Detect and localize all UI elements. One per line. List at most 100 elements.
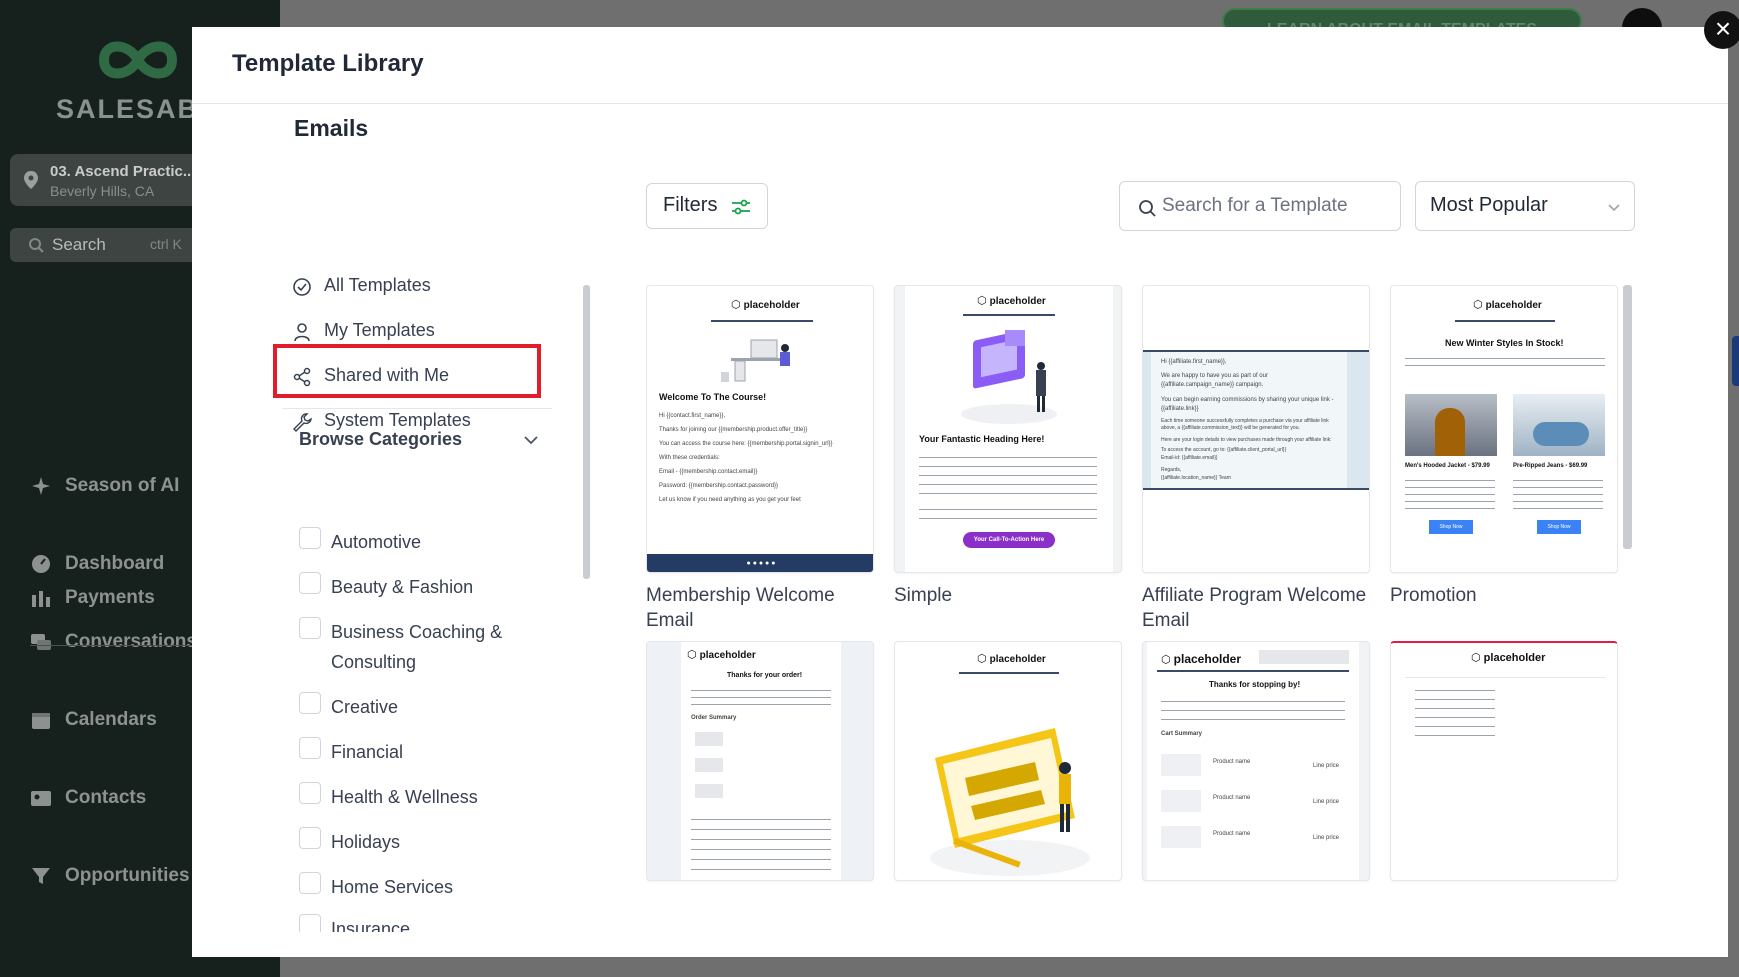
jeans-shape bbox=[1533, 422, 1589, 446]
category-checkbox[interactable] bbox=[299, 827, 321, 849]
category-checkbox[interactable] bbox=[299, 737, 321, 759]
calendar-icon bbox=[32, 713, 50, 729]
location-city: Beverly Hills, CA bbox=[50, 183, 155, 199]
product-thumb bbox=[1161, 826, 1201, 848]
browse-categories-heading[interactable]: Browse Categories bbox=[299, 429, 462, 450]
product-thumb bbox=[695, 784, 723, 798]
category-label: Automotive bbox=[331, 532, 422, 552]
category-label: Creative bbox=[331, 697, 399, 717]
payments-icon bbox=[32, 591, 50, 607]
divider bbox=[711, 320, 813, 322]
preview-line: Email-id: {{affiliate.email}} bbox=[1161, 455, 1218, 461]
placeholder-logo: placeholder bbox=[687, 648, 756, 661]
template-preview[interactable]: placeholder Welcome To The Course! Hi {{… bbox=[646, 285, 874, 573]
sidebar-divider bbox=[282, 408, 552, 409]
preview-text-block bbox=[1161, 696, 1345, 724]
preview-cta-button: Your Call-To-Action Here bbox=[963, 532, 1055, 548]
search-icon bbox=[29, 238, 44, 253]
category-label: Home Services bbox=[331, 877, 454, 897]
category-label: Insurance bbox=[331, 919, 411, 932]
template-preview[interactable]: placeholder New Winter Styles In Stock! … bbox=[1390, 285, 1618, 573]
divider bbox=[959, 672, 1059, 674]
grid-scrollbar[interactable] bbox=[1623, 285, 1632, 549]
category-label: Holidays bbox=[331, 832, 401, 852]
left-scrollbar[interactable] bbox=[583, 285, 590, 579]
search-icon bbox=[1139, 200, 1156, 217]
nav-label: Conversations bbox=[65, 631, 197, 652]
template-preview[interactable]: Hi {{affiliate.first_name}}, We are happ… bbox=[1142, 285, 1370, 573]
preview-footer: ● ● ● ● ● bbox=[647, 554, 873, 572]
close-modal-button[interactable]: × bbox=[1704, 11, 1739, 49]
link-label: System Templates bbox=[324, 410, 471, 430]
preview-line: Each time someone successfully completes… bbox=[1161, 418, 1329, 431]
template-search[interactable] bbox=[1119, 181, 1401, 231]
category-checkbox[interactable] bbox=[299, 782, 321, 804]
preview-heading: Thanks for your order! bbox=[727, 672, 803, 679]
product-thumb bbox=[695, 758, 723, 772]
product-name: Pre-Ripped Jeans - $69.99 bbox=[1513, 463, 1588, 469]
preview-line: You can begin earning commissions by sha… bbox=[1161, 397, 1334, 412]
preview-text-block bbox=[691, 686, 831, 708]
category-checkbox[interactable] bbox=[299, 572, 321, 594]
template-library-modal: Template Library Emails All Templates My… bbox=[192, 27, 1728, 957]
template-preview[interactable]: placeholder bbox=[894, 641, 1122, 881]
preview-heading: New Winter Styles In Stock! bbox=[1445, 338, 1564, 348]
divider bbox=[1157, 670, 1349, 672]
preview-line: {{affiliate.location_name}} Team bbox=[1161, 475, 1231, 481]
link-label: My Templates bbox=[324, 320, 435, 340]
template-name: Promotion bbox=[1390, 585, 1477, 606]
category-checkbox[interactable] bbox=[299, 872, 321, 894]
category-checkbox[interactable] bbox=[299, 617, 321, 639]
template-preview[interactable]: placeholder bbox=[1390, 641, 1618, 881]
sort-select[interactable]: Most Popular bbox=[1415, 181, 1635, 231]
preview-text-block bbox=[919, 452, 1097, 498]
search-input[interactable] bbox=[1162, 190, 1387, 222]
product-price: Line price bbox=[1313, 835, 1340, 841]
template-preview[interactable]: placeholder Thanks for your order! Order… bbox=[646, 641, 874, 881]
preview-line: Hi {{affiliate.first_name}}, bbox=[1161, 359, 1227, 365]
chevron-down-icon bbox=[1608, 204, 1620, 212]
template-preview[interactable]: placeholder Thanks for stopping by! Cart… bbox=[1142, 641, 1370, 881]
location-name: 03. Ascend Practic... bbox=[50, 163, 196, 180]
product-name: Product name bbox=[1213, 759, 1251, 765]
brand-name: SALESAB bbox=[56, 94, 200, 124]
product-thumb bbox=[695, 732, 723, 746]
preview-line: We are happy to have you as part of our … bbox=[1161, 373, 1268, 388]
placeholder-logo: placeholder bbox=[977, 294, 1046, 307]
check-circle-icon bbox=[293, 278, 311, 296]
nav-label: Opportunities bbox=[65, 865, 190, 886]
product-price: Line price bbox=[1313, 799, 1340, 805]
filters-button[interactable]: Filters bbox=[646, 183, 768, 229]
category-checkbox[interactable] bbox=[299, 692, 321, 714]
placeholder-logo: placeholder bbox=[1161, 652, 1241, 666]
nav-label: Calendars bbox=[65, 709, 157, 730]
nav-label: Season of AI bbox=[65, 475, 180, 496]
preview-section: Cart Summary bbox=[1161, 731, 1203, 737]
category-checkbox[interactable] bbox=[299, 527, 321, 549]
product-thumb bbox=[1161, 790, 1201, 812]
modal-title: Template Library bbox=[232, 50, 424, 77]
chat-icon bbox=[31, 634, 51, 650]
contact-card-icon bbox=[31, 791, 51, 806]
category-checkbox[interactable] bbox=[299, 914, 321, 932]
divider bbox=[963, 314, 1055, 316]
link-label: All Templates bbox=[324, 275, 431, 295]
product-thumb bbox=[1161, 754, 1201, 776]
divider bbox=[1405, 677, 1605, 678]
nav-label: Dashboard bbox=[65, 553, 165, 574]
placeholder-logo: placeholder bbox=[1473, 298, 1542, 311]
placeholder-logo: placeholder bbox=[731, 298, 800, 311]
preview-line: Thanks for joining our {{membership.prod… bbox=[659, 427, 808, 433]
category-label: Financial bbox=[331, 742, 404, 762]
chevron-down-icon[interactable] bbox=[522, 431, 540, 449]
side-tab[interactable] bbox=[1732, 336, 1739, 386]
template-preview[interactable]: placeholder Your Fantastic Heading Here!… bbox=[894, 285, 1122, 573]
modal-header: Template Library bbox=[192, 27, 1728, 104]
user-icon bbox=[294, 323, 310, 342]
divider bbox=[1455, 320, 1555, 322]
sparkle-icon bbox=[32, 477, 50, 495]
template-name: Simple bbox=[894, 585, 953, 606]
jeans-photo bbox=[1513, 394, 1605, 456]
preview-line: Hi {{contact.first_name}}, bbox=[659, 413, 726, 419]
laptop-illustration-icon bbox=[961, 330, 1057, 424]
